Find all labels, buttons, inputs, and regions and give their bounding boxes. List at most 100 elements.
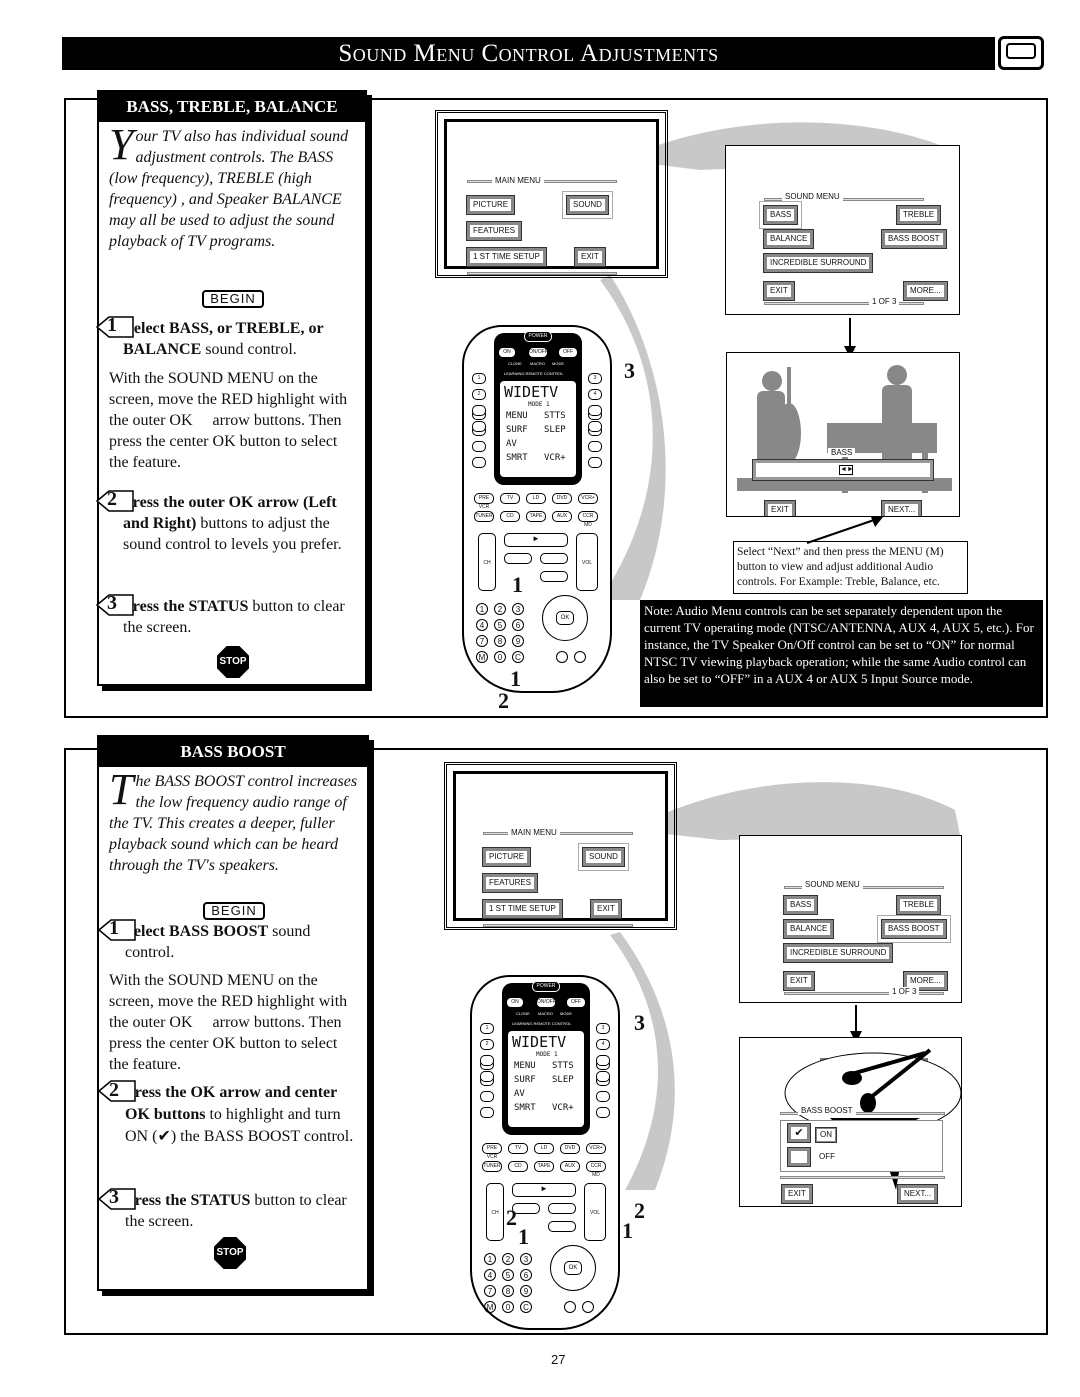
source-button-cd[interactable]: CD — [508, 1161, 528, 1172]
source-button-aux[interactable]: AUX — [552, 511, 572, 522]
keypad-2[interactable]: 2 — [494, 603, 506, 615]
keypad-9[interactable]: 9 — [520, 1285, 532, 1297]
side-button[interactable]: 1 — [480, 1023, 494, 1034]
source-button-tape[interactable]: TAPE — [526, 511, 546, 522]
power-off-button[interactable]: OFF — [566, 997, 586, 1008]
lcd-softkey[interactable]: SLEP — [544, 425, 566, 435]
side-button[interactable] — [596, 1071, 610, 1082]
menu-button-picture[interactable]: PICTURE — [465, 195, 516, 215]
menu-button-balance[interactable]: BALANCE — [782, 919, 835, 939]
d-button[interactable] — [596, 1107, 610, 1118]
guide-button[interactable] — [556, 651, 568, 663]
power-off-button[interactable]: OFF — [558, 347, 578, 358]
source-button-ccr-md[interactable]: CCR MD — [586, 1161, 606, 1178]
side-button[interactable] — [480, 1071, 494, 1082]
source-button-tv[interactable]: TV — [500, 493, 520, 504]
side-button[interactable] — [480, 1055, 494, 1066]
keypad-0[interactable]: 0 — [502, 1301, 514, 1313]
source-button-cd[interactable]: CD — [500, 511, 520, 522]
source-button-ld[interactable]: LD — [526, 493, 546, 504]
on-checkbox[interactable]: ✔ — [787, 1123, 811, 1143]
next-button[interactable]: NEXT... — [896, 1184, 939, 1204]
source-onoff-button[interactable]: ON/OFF — [536, 997, 556, 1008]
keypad-5[interactable]: 5 — [494, 619, 506, 631]
keypad-7[interactable]: 7 — [476, 635, 488, 647]
side-button[interactable]: 3 — [596, 1023, 610, 1034]
off-checkbox[interactable] — [787, 1147, 811, 1167]
keypad-C[interactable]: C — [520, 1301, 532, 1313]
menu-button-bass-boost[interactable]: BASS BOOST — [881, 229, 947, 249]
side-button[interactable]: 4 — [596, 1039, 610, 1050]
side-button[interactable] — [588, 405, 602, 416]
menu-button-bass[interactable]: BASS — [762, 205, 799, 225]
side-button[interactable] — [596, 1055, 610, 1066]
source-button-tuner[interactable]: TUNER — [482, 1161, 502, 1172]
d-button[interactable] — [588, 441, 602, 452]
source-button-pre-vcr[interactable]: PRE VCR — [482, 1143, 502, 1160]
menu-button-treble[interactable]: TREBLE — [895, 895, 942, 915]
side-button[interactable] — [472, 405, 486, 416]
side-button[interactable] — [472, 421, 486, 432]
stop-button[interactable] — [548, 1203, 576, 1214]
keypad-8[interactable]: 8 — [502, 1285, 514, 1297]
menu-button-1-st-time-setup[interactable]: 1 ST TIME SETUP — [466, 247, 547, 267]
lcd-softkey[interactable]: VCR+ — [552, 1103, 574, 1113]
source-button-aux[interactable]: AUX — [560, 1161, 580, 1172]
side-button[interactable]: 2 — [480, 1039, 494, 1050]
side-button[interactable]: 4 — [588, 389, 602, 400]
keypad-6[interactable]: 6 — [520, 1269, 532, 1281]
bass-slider[interactable]: ◄► — [752, 459, 934, 481]
menu-button-sound[interactable]: SOUND — [566, 195, 609, 215]
lcd-softkey[interactable]: STTS — [552, 1061, 574, 1071]
off-option[interactable]: OFF — [816, 1152, 838, 1161]
menu-button-picture[interactable]: PICTURE — [481, 847, 532, 867]
lcd-softkey[interactable]: SURF — [514, 1075, 536, 1085]
menu-button-bass-boost[interactable]: BASS BOOST — [881, 919, 947, 939]
menu-button-more[interactable]: MORE... — [903, 281, 948, 301]
lcd-softkey[interactable]: AV — [514, 1089, 525, 1099]
lcd-softkey[interactable]: SMRT — [506, 453, 528, 463]
menu-button-balance[interactable]: BALANCE — [762, 229, 815, 249]
d-button[interactable] — [596, 1091, 610, 1102]
side-button[interactable] — [588, 421, 602, 432]
lcd-softkey[interactable]: SLEP — [552, 1075, 574, 1085]
menu-button-incredible-surround[interactable]: INCREDIBLE SURROUND — [782, 943, 894, 963]
note-button[interactable] — [574, 651, 586, 663]
power-on-button[interactable]: ON — [506, 997, 524, 1008]
source-button-vcr[interactable]: VCR+ — [578, 493, 598, 504]
ok-button[interactable]: OK — [564, 1261, 582, 1275]
side-button[interactable]: 1 — [472, 373, 486, 384]
keypad-5[interactable]: 5 — [502, 1269, 514, 1281]
keypad-7[interactable]: 7 — [484, 1285, 496, 1297]
play-button[interactable]: ► — [504, 533, 568, 547]
stop-button[interactable] — [540, 553, 568, 564]
menu-button-exit[interactable]: EXIT — [783, 971, 815, 991]
lcd-softkey[interactable]: SMRT — [514, 1103, 536, 1113]
menu-button-exit[interactable]: EXIT — [590, 899, 622, 919]
menu-button-exit[interactable]: EXIT — [574, 247, 606, 267]
source-button-tape[interactable]: TAPE — [534, 1161, 554, 1172]
channel-rocker[interactable]: CH — [478, 533, 496, 591]
keypad-C[interactable]: C — [512, 651, 524, 663]
source-button-dvd[interactable]: DVD — [560, 1143, 580, 1154]
menu-button-1-st-time-setup[interactable]: 1 ST TIME SETUP — [482, 899, 563, 919]
lcd-softkey[interactable]: MENU — [514, 1061, 536, 1071]
guide-button[interactable] — [564, 1301, 576, 1313]
slider-handle[interactable]: ◄► — [839, 465, 854, 475]
keypad-4[interactable]: 4 — [484, 1269, 496, 1281]
channel-rocker[interactable]: CH — [486, 1183, 504, 1241]
volume-rocker[interactable]: VOL — [576, 533, 598, 591]
d-button[interactable] — [588, 457, 602, 468]
lcd-softkey[interactable]: STTS — [544, 411, 566, 421]
d-button[interactable] — [472, 441, 486, 452]
source-button-dvd[interactable]: DVD — [552, 493, 572, 504]
next-button[interactable]: NEXT... — [880, 500, 923, 516]
rewind-button[interactable] — [504, 553, 532, 564]
exit-button[interactable]: EXIT — [764, 500, 796, 516]
source-button-vcr[interactable]: VCR+ — [586, 1143, 606, 1154]
source-onoff-button[interactable]: ON/OFF — [528, 347, 548, 358]
d-button[interactable] — [480, 1091, 494, 1102]
keypad-3[interactable]: 3 — [512, 603, 524, 615]
keypad-0[interactable]: 0 — [494, 651, 506, 663]
power-on-button[interactable]: ON — [498, 347, 516, 358]
